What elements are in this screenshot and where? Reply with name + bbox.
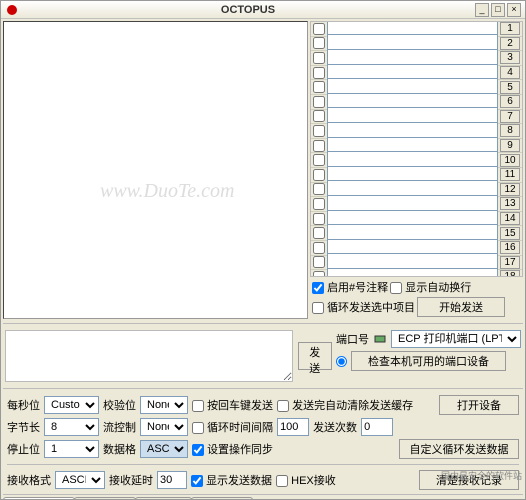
bytelen-select[interactable]: 8 — [44, 418, 99, 436]
window-title: OCTOPUS — [23, 4, 473, 16]
check-ports-button[interactable]: 检查本机可用的端口设备 — [351, 351, 506, 371]
tab-串口操作[interactable]: 串口操作 — [74, 497, 136, 499]
stopbit-select[interactable]: 1 — [44, 440, 99, 458]
list-row-checkbox[interactable] — [313, 37, 325, 49]
sync-ops-label: 设置操作同步 — [207, 444, 273, 456]
clear-buffer-checkbox[interactable]: 发送完自动清除发送缓存 — [277, 397, 413, 413]
list-row-input[interactable] — [327, 268, 498, 277]
bottom-tabs: OCTOPUS串口操作I2C操作文件传输 — [3, 494, 523, 499]
port-label: 端口号 — [336, 331, 369, 347]
list-row-checkbox[interactable] — [313, 154, 325, 166]
loop-interval-label: 循环时间间隔 — [207, 422, 273, 434]
send-list: 12345678910111213141516171819 — [310, 21, 523, 277]
list-row-number-button[interactable]: 16 — [500, 241, 520, 254]
enable-hash-checkbox[interactable]: 启用#号注释 — [312, 279, 388, 295]
flow-select[interactable]: None — [140, 418, 188, 436]
tab-OCTOPUS[interactable]: OCTOPUS — [3, 497, 75, 499]
bytelen-label: 字节长 — [7, 419, 40, 435]
list-row-checkbox[interactable] — [313, 110, 325, 122]
send-textarea[interactable] — [5, 330, 293, 382]
hex-recv-label: HEX接收 — [291, 475, 336, 487]
flow-label: 流控制 — [103, 419, 136, 435]
custom-loop-button[interactable]: 自定义循环发送数据 — [399, 439, 519, 459]
list-row-number-button[interactable]: 18 — [500, 270, 520, 277]
list-row-checkbox[interactable] — [313, 125, 325, 137]
list-row-checkbox[interactable] — [313, 81, 325, 93]
app-icon — [5, 3, 19, 17]
receive-textarea[interactable] — [3, 21, 308, 319]
list-row-number-button[interactable]: 15 — [500, 227, 520, 240]
tab-I2C操作[interactable]: I2C操作 — [135, 497, 192, 499]
list-row-number-button[interactable]: 11 — [500, 168, 520, 181]
minimize-button[interactable]: _ — [475, 3, 489, 17]
send-count-label: 发送次数 — [313, 419, 357, 435]
datafmt-label: 数据格 — [103, 441, 136, 457]
parity-select[interactable]: None — [140, 396, 188, 414]
recvdelay-input[interactable] — [157, 471, 187, 489]
list-row-checkbox[interactable] — [313, 52, 325, 64]
list-row-number-button[interactable]: 7 — [500, 110, 520, 123]
send-on-enter-checkbox[interactable]: 按回车键发送 — [192, 397, 273, 413]
port-radio[interactable] — [336, 356, 347, 367]
titlebar: OCTOPUS _ □ × — [1, 1, 525, 19]
baud-label: 每秒位 — [7, 397, 40, 413]
list-row-number-button[interactable]: 12 — [500, 183, 520, 196]
list-row-number-button[interactable]: 4 — [500, 66, 520, 79]
list-row-number-button[interactable]: 2 — [500, 37, 520, 50]
list-row-number-button[interactable]: 9 — [500, 139, 520, 152]
corner-text: 国内最安全的软件站 — [441, 469, 522, 482]
enable-hash-label: 启用#号注释 — [327, 282, 388, 294]
port-icon — [373, 332, 387, 346]
list-row-checkbox[interactable] — [313, 256, 325, 268]
loop-interval-input[interactable] — [277, 418, 309, 436]
tab-文件传输[interactable]: 文件传输 — [191, 497, 253, 499]
start-send-button[interactable]: 开始发送 — [417, 297, 505, 317]
list-row-checkbox[interactable] — [313, 23, 325, 35]
list-row-number-button[interactable]: 13 — [500, 197, 520, 210]
list-row-checkbox[interactable] — [313, 169, 325, 181]
list-row-number-button[interactable]: 10 — [500, 154, 520, 167]
port-select[interactable]: ECP 打印机端口 (LPT1) — [391, 330, 521, 348]
list-row-checkbox[interactable] — [313, 242, 325, 254]
list-row-number-button[interactable]: 5 — [500, 81, 520, 94]
datafmt-select[interactable]: ASCII — [140, 440, 188, 458]
stopbit-label: 停止位 — [7, 441, 40, 457]
list-row: 18 — [311, 270, 522, 277]
list-row-checkbox[interactable] — [313, 227, 325, 239]
loop-send-checkbox[interactable]: 循环发送选中项目 — [312, 299, 415, 315]
list-row-checkbox[interactable] — [313, 67, 325, 79]
list-row-number-button[interactable]: 3 — [500, 51, 520, 64]
list-row-checkbox[interactable] — [313, 213, 325, 225]
parity-label: 校验位 — [103, 397, 136, 413]
list-row-number-button[interactable]: 14 — [500, 212, 520, 225]
show-wrap-label: 显示自动换行 — [405, 282, 471, 294]
recvdelay-label: 接收延时 — [109, 472, 153, 488]
show-wrap-checkbox[interactable]: 显示自动换行 — [390, 279, 471, 295]
list-row-number-button[interactable]: 17 — [500, 256, 520, 269]
send-count-input[interactable] — [361, 418, 393, 436]
list-row-checkbox[interactable] — [313, 183, 325, 195]
show-send-checkbox[interactable]: 显示发送数据 — [191, 472, 272, 488]
recvfmt-select[interactable]: ASCII — [55, 471, 105, 489]
loop-interval-checkbox[interactable]: 循环时间间隔 — [192, 419, 273, 435]
list-row-number-button[interactable]: 8 — [500, 124, 520, 137]
maximize-button[interactable]: □ — [491, 3, 505, 17]
open-device-button[interactable]: 打开设备 — [439, 395, 519, 415]
list-row-checkbox[interactable] — [313, 96, 325, 108]
list-row-checkbox[interactable] — [313, 140, 325, 152]
hex-recv-checkbox[interactable]: HEX接收 — [276, 472, 336, 488]
list-row-checkbox[interactable] — [313, 198, 325, 210]
list-row-number-button[interactable]: 6 — [500, 95, 520, 108]
send-on-enter-label: 按回车键发送 — [207, 400, 273, 412]
sync-ops-checkbox[interactable]: 设置操作同步 — [192, 441, 273, 457]
loop-send-label: 循环发送选中项目 — [327, 302, 415, 314]
list-row-number-button[interactable]: 1 — [500, 22, 520, 35]
recvfmt-label: 接收格式 — [7, 472, 51, 488]
baud-select[interactable]: Custom — [44, 396, 99, 414]
send-button[interactable]: 发送 — [298, 342, 332, 370]
show-send-label: 显示发送数据 — [206, 475, 272, 487]
clear-buffer-label: 发送完自动清除发送缓存 — [292, 400, 413, 412]
close-button[interactable]: × — [507, 3, 521, 17]
